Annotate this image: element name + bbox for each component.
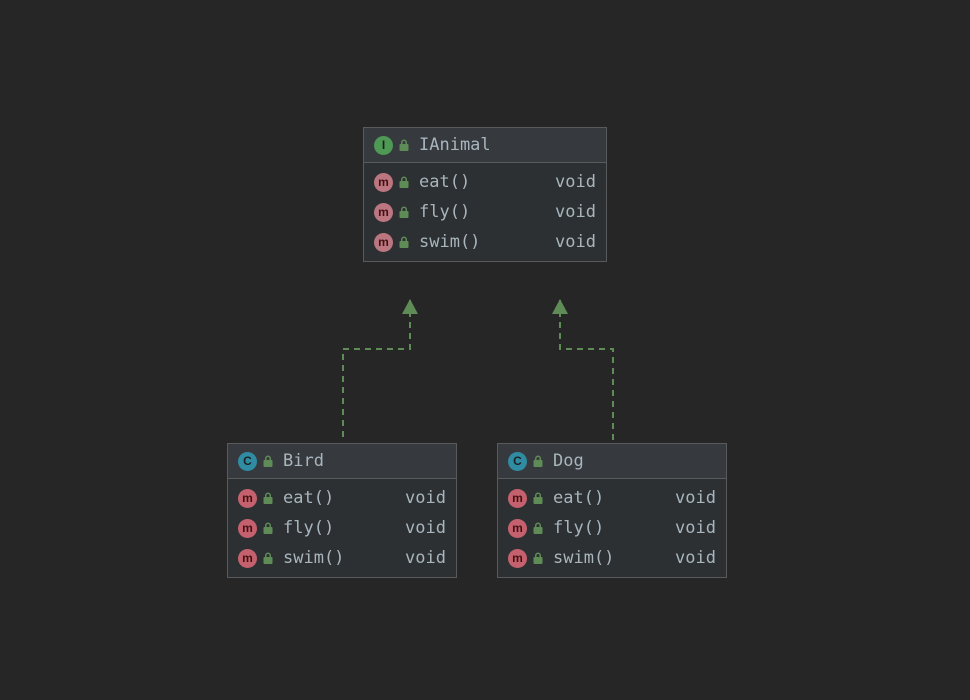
lock-icon	[533, 492, 543, 504]
uml-body: m eat() void m fly() void m swim() void	[228, 479, 456, 577]
lock-icon	[533, 552, 543, 564]
method-badge-icon: m	[508, 489, 527, 508]
member-signature: eat()	[283, 488, 347, 508]
member-return-type: void	[667, 548, 716, 568]
uml-member-row: m fly() void	[498, 513, 726, 543]
uml-body: m eat() void m fly() void m swim() void	[498, 479, 726, 577]
uml-header-dog: C Dog	[498, 444, 726, 479]
lock-icon	[399, 176, 409, 188]
method-badge-icon: m	[238, 549, 257, 568]
method-badge-icon: m	[508, 549, 527, 568]
method-badge-icon: m	[374, 203, 393, 222]
uml-body: m eat() void m fly() void m swim() void	[364, 163, 606, 261]
uml-member-row: m eat() void	[364, 167, 606, 197]
uml-member-row: m eat() void	[228, 483, 456, 513]
member-signature: fly()	[419, 202, 483, 222]
class-badge-icon: C	[508, 452, 527, 471]
class-name-label: IAnimal	[419, 135, 491, 155]
member-return-type: void	[547, 232, 596, 252]
lock-icon	[263, 522, 273, 534]
method-badge-icon: m	[374, 173, 393, 192]
method-badge-icon: m	[238, 519, 257, 538]
uml-member-row: m swim() void	[228, 543, 456, 573]
lock-icon	[263, 552, 273, 564]
lock-icon	[533, 455, 543, 467]
method-badge-icon: m	[508, 519, 527, 538]
member-signature: fly()	[283, 518, 347, 538]
member-signature: swim()	[283, 548, 347, 568]
interface-badge-icon: I	[374, 136, 393, 155]
uml-member-row: m swim() void	[498, 543, 726, 573]
uml-box-ianimal[interactable]: I IAnimal m eat() void m fly() void m	[363, 127, 607, 262]
member-signature: swim()	[419, 232, 483, 252]
class-badge-icon: C	[238, 452, 257, 471]
uml-header-ianimal: I IAnimal	[364, 128, 606, 163]
uml-box-dog[interactable]: C Dog m eat() void m fly() void m swim()…	[497, 443, 727, 578]
lock-icon	[399, 206, 409, 218]
member-signature: eat()	[419, 172, 483, 192]
uml-diagram: I IAnimal m eat() void m fly() void m	[0, 0, 970, 700]
lock-icon	[399, 236, 409, 248]
member-return-type: void	[397, 518, 446, 538]
member-signature: swim()	[553, 548, 617, 568]
member-return-type: void	[397, 488, 446, 508]
lock-icon	[263, 455, 273, 467]
member-signature: eat()	[553, 488, 617, 508]
class-name-label: Dog	[553, 451, 584, 471]
class-name-label: Bird	[283, 451, 324, 471]
realization-arrow-dog	[500, 297, 660, 447]
member-return-type: void	[667, 518, 716, 538]
member-return-type: void	[547, 202, 596, 222]
realization-arrow-bird	[310, 297, 470, 447]
uml-member-row: m fly() void	[228, 513, 456, 543]
member-return-type: void	[667, 488, 716, 508]
uml-box-bird[interactable]: C Bird m eat() void m fly() void m swim(…	[227, 443, 457, 578]
lock-icon	[263, 492, 273, 504]
member-return-type: void	[397, 548, 446, 568]
uml-member-row: m eat() void	[498, 483, 726, 513]
method-badge-icon: m	[238, 489, 257, 508]
uml-member-row: m fly() void	[364, 197, 606, 227]
lock-icon	[399, 139, 409, 151]
member-signature: fly()	[553, 518, 617, 538]
uml-member-row: m swim() void	[364, 227, 606, 257]
lock-icon	[533, 522, 543, 534]
method-badge-icon: m	[374, 233, 393, 252]
member-return-type: void	[547, 172, 596, 192]
uml-header-bird: C Bird	[228, 444, 456, 479]
